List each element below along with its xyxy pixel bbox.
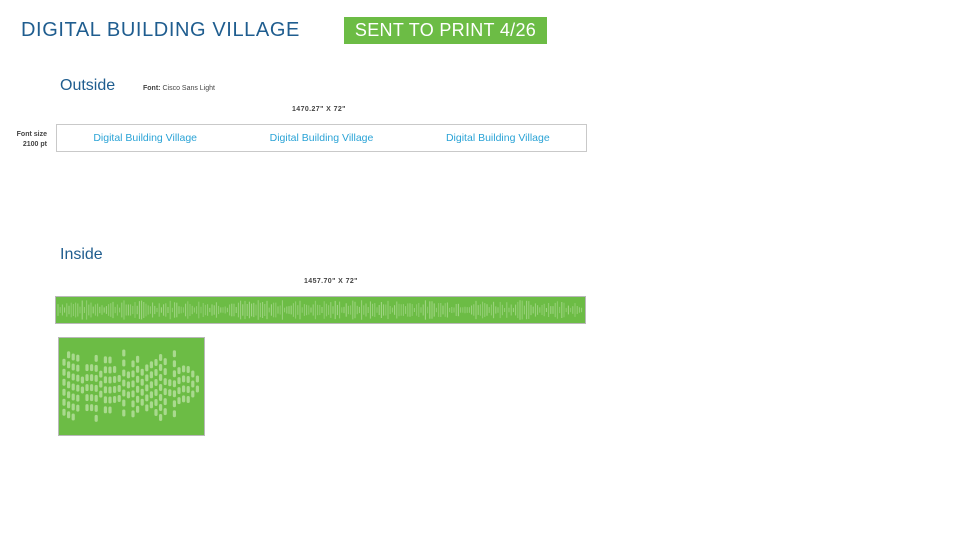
banner-text: Digital Building Village (93, 132, 198, 144)
outside-banner: Digital Building Village Digital Buildin… (56, 124, 587, 152)
page-title: DIGITAL BUILDING VILLAGE (21, 19, 300, 41)
section-title-inside: Inside (60, 246, 103, 263)
font-size-note: Font size 2100 pt (4, 130, 47, 150)
font-note: Font: Cisco Sans Light (143, 85, 215, 92)
inside-pattern-detail (58, 337, 205, 436)
banner-text: Digital Building Village (269, 132, 374, 144)
outside-dimensions: 1470.27" X 72" (292, 106, 346, 113)
banner-text: Digital Building Village (445, 132, 550, 144)
font-note-label: Font: (143, 85, 161, 92)
section-title-outside: Outside (60, 77, 116, 94)
status-badge: SENT TO PRINT 4/26 (344, 17, 547, 44)
font-note-value: Cisco Sans Light (162, 85, 215, 92)
waveform-pattern-strip (57, 300, 583, 320)
inside-dimensions: 1457.70" X 72" (304, 278, 358, 285)
font-size-label: Font size (16, 131, 47, 138)
waveform-pattern-detail (62, 349, 199, 422)
font-size-value: 2100 pt (22, 141, 47, 148)
inside-banner (55, 296, 586, 324)
